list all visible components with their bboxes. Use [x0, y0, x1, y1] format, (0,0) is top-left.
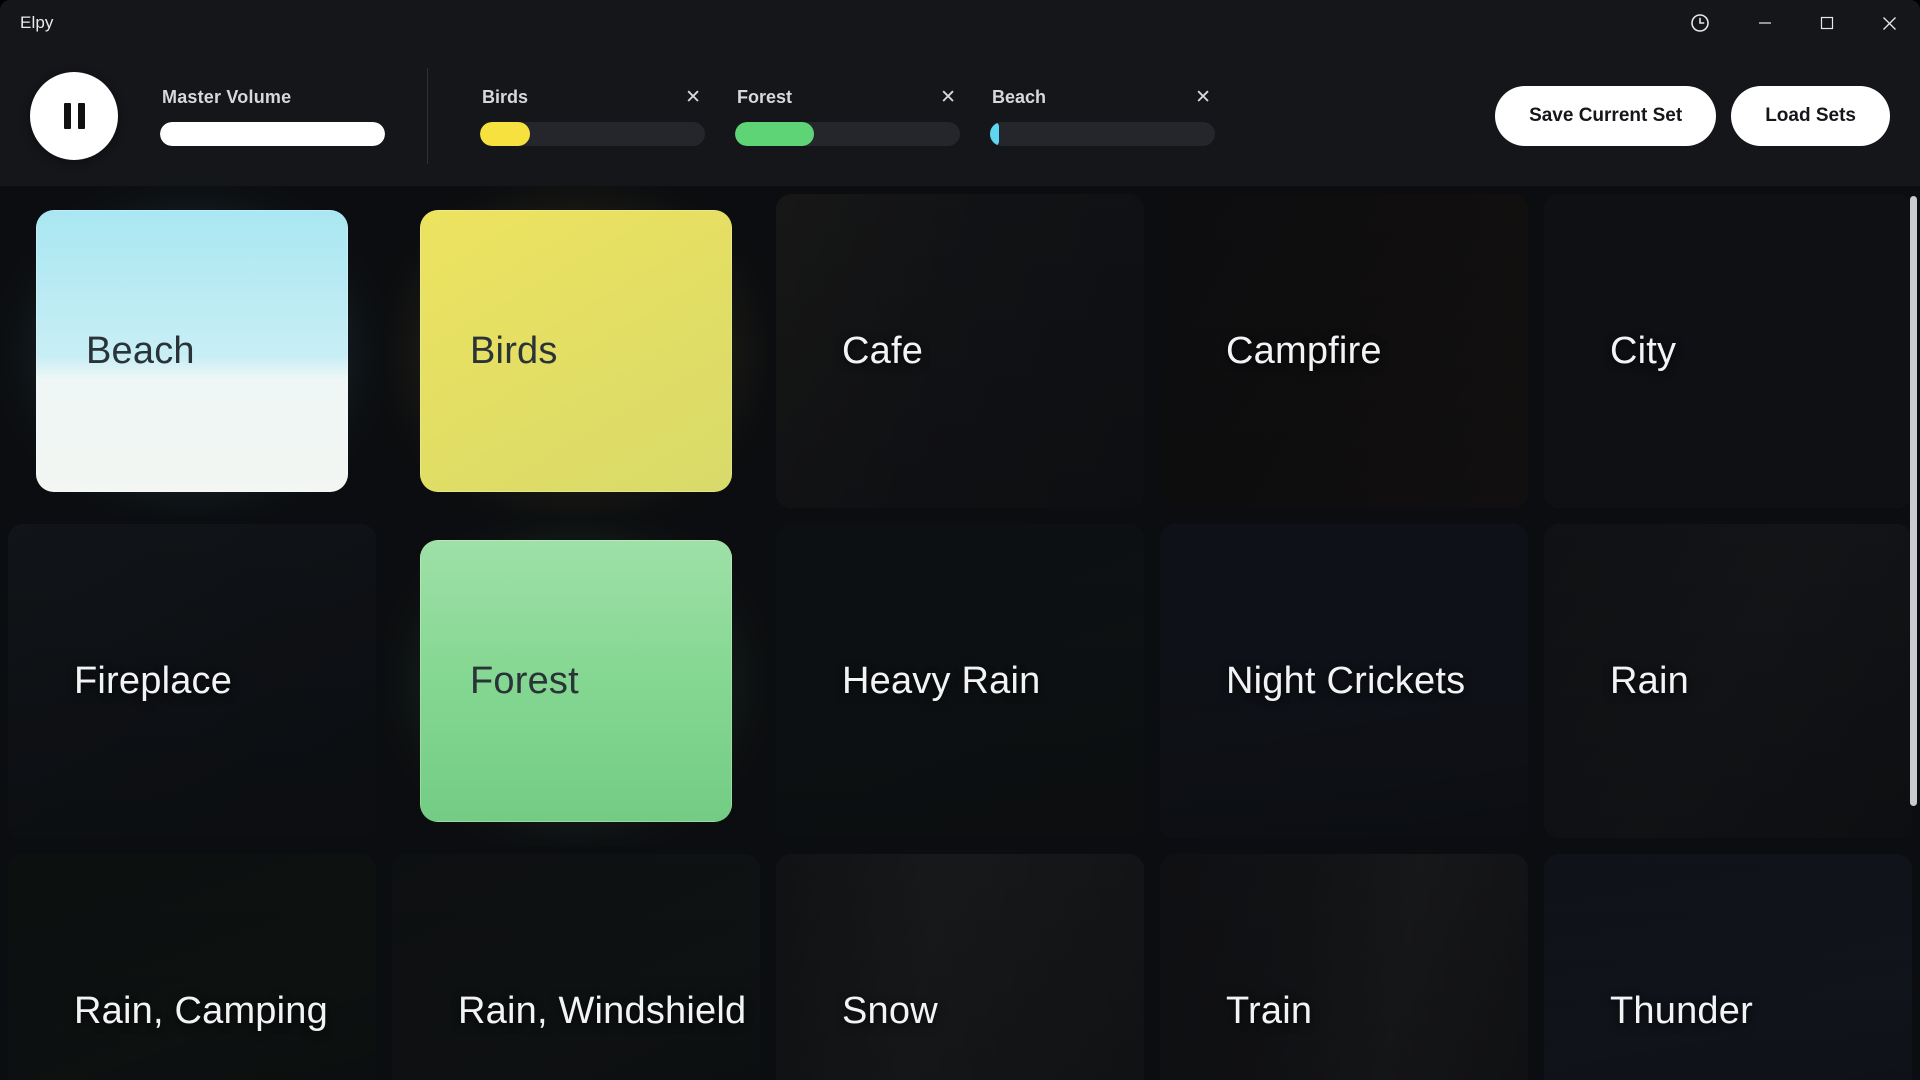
sound-card-rain-windshield[interactable]: Rain, Windshield [384, 846, 768, 1080]
sound-card-label: Beach [86, 329, 195, 372]
master-volume: Master Volume [160, 87, 385, 146]
mixer-channel-forest: Forest ✕ [735, 87, 960, 146]
sound-card-birds[interactable]: Birds [384, 186, 768, 516]
sound-card-label: Thunder [1610, 989, 1753, 1032]
sound-card-label: City [1610, 329, 1677, 372]
remove-channel-icon[interactable]: ✕ [685, 87, 701, 107]
sound-card-label: Forest [470, 659, 579, 702]
sound-card-forest[interactable]: Forest [384, 516, 768, 846]
sound-card-fireplace[interactable]: Fireplace [0, 516, 384, 846]
mixer-channel-fill [990, 121, 999, 146]
sound-card-art [776, 854, 1144, 1080]
title-bar: Elpy [0, 0, 1920, 46]
close-icon [1882, 16, 1896, 30]
sound-card-rain-camping[interactable]: Rain, Camping [0, 846, 384, 1080]
mixer-channel-header: Forest ✕ [735, 87, 960, 108]
mixer-channel-fill [735, 121, 814, 146]
mixer-channel-label: Forest [737, 86, 793, 107]
mixer-channel-fill [480, 121, 530, 146]
sound-card-heavy-rain[interactable]: Heavy Rain [768, 516, 1152, 846]
mixer-channel-slider[interactable] [480, 121, 705, 146]
sound-card-label: Snow [842, 989, 938, 1032]
master-volume-label: Master Volume [162, 86, 292, 107]
scrollbar[interactable] [1910, 196, 1917, 1076]
sound-card-beach[interactable]: Beach [0, 186, 384, 516]
sound-card-surface [1160, 854, 1528, 1080]
sound-card-art [8, 854, 376, 1080]
timer-icon[interactable] [1666, 0, 1734, 46]
mixer-channel-label: Birds [482, 86, 529, 107]
master-volume-slider[interactable] [160, 121, 385, 146]
mixer-channel-slider[interactable] [735, 121, 960, 146]
sound-card-snow[interactable]: Snow [768, 846, 1152, 1080]
remove-channel-icon[interactable]: ✕ [940, 87, 956, 107]
sound-card-label: Night Crickets [1226, 659, 1466, 702]
active-sound-mixer: Birds ✕ Forest ✕ Beach ✕ [450, 87, 1215, 146]
sound-card-train[interactable]: Train [1152, 846, 1536, 1080]
sound-card-campfire[interactable]: Campfire [1152, 186, 1536, 516]
maximize-button[interactable] [1796, 0, 1858, 46]
sound-card-label: Train [1226, 989, 1313, 1032]
sound-card-rain[interactable]: Rain [1536, 516, 1920, 846]
pause-button[interactable] [30, 72, 118, 160]
mixer-channel-slider[interactable] [990, 121, 1215, 146]
clock-icon [1691, 14, 1709, 32]
remove-channel-icon[interactable]: ✕ [1195, 87, 1211, 107]
sound-card-surface [776, 854, 1144, 1080]
sound-card-art [392, 854, 760, 1080]
scrollbar-thumb[interactable] [1910, 196, 1917, 806]
sound-card-label: Rain [1610, 659, 1689, 702]
divider [427, 68, 428, 164]
sound-card-label: Cafe [842, 329, 924, 372]
sound-card-label: Birds [470, 329, 558, 372]
sound-card-surface [1544, 854, 1912, 1080]
sound-card-label: Fireplace [74, 659, 233, 702]
sound-card-thunder[interactable]: Thunder [1536, 846, 1920, 1080]
sound-card-surface [392, 854, 760, 1080]
mixer-channel-header: Birds ✕ [480, 87, 705, 108]
sound-card-cafe[interactable]: Cafe [768, 186, 1152, 516]
close-button[interactable] [1858, 0, 1920, 46]
sound-card-label: Rain, Windshield [458, 989, 747, 1032]
maximize-icon [1820, 16, 1834, 30]
pause-icon [63, 103, 85, 129]
sound-card-night-crickets[interactable]: Night Crickets [1152, 516, 1536, 846]
load-sets-button[interactable]: Load Sets [1731, 86, 1890, 146]
set-buttons: Save Current Set Load Sets [1495, 86, 1890, 146]
sound-card-city[interactable]: City [1536, 186, 1920, 516]
minimize-icon [1759, 22, 1771, 24]
sound-card-label: Rain, Camping [74, 989, 328, 1032]
sound-card-label: Heavy Rain [842, 659, 1041, 702]
sound-card-label: Campfire [1226, 329, 1382, 372]
mixer-channel-header: Beach ✕ [990, 87, 1215, 108]
sound-grid: Beach Birds Cafe Campfire City Fireplace Fores… [0, 186, 1920, 1080]
mixer-channel-label: Beach [992, 86, 1047, 107]
mixer-channel-birds: Birds ✕ [480, 87, 705, 146]
master-volume-fill [160, 121, 385, 146]
window-controls [1666, 0, 1920, 46]
control-bar: Master Volume Birds ✕ Forest ✕ Beach ✕ Save C… [0, 46, 1920, 186]
save-current-set-button[interactable]: Save Current Set [1495, 86, 1717, 146]
sound-card-surface [8, 854, 376, 1080]
app-window: Elpy Master Volume Birds ✕ Forest ✕ Beac… [0, 0, 1920, 1080]
sound-card-art [1544, 854, 1912, 1080]
app-title: Elpy [20, 13, 54, 32]
mixer-channel-beach: Beach ✕ [990, 87, 1215, 146]
minimize-button[interactable] [1734, 0, 1796, 46]
sound-card-art [1160, 854, 1528, 1080]
